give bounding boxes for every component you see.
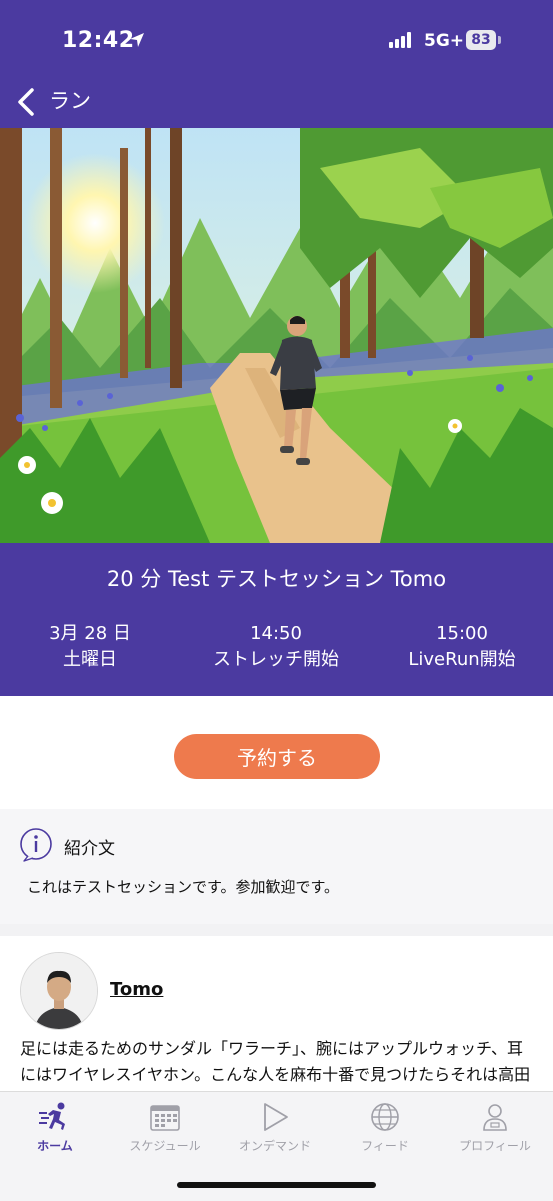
home-runner-icon [39,1102,71,1136]
status-bar: 12:42 5G+ 83 [0,0,553,78]
battery-tip [498,36,501,44]
hero-image [0,128,553,543]
tab-schedule-label: スケジュール [129,1139,201,1153]
navigation-bar: ラン [0,78,553,128]
info-icon [18,827,54,867]
intro-text: これはテストセッションです。参加歓迎です。 [27,878,340,896]
back-button[interactable]: ラン [49,85,91,115]
tab-ondemand-label: オンデマンド [238,1139,311,1153]
globe-icon [369,1102,401,1136]
tab-feed[interactable]: フィード [330,1092,440,1162]
runner-name-link[interactable]: Tomo [110,979,163,1000]
intro-heading: 紹介文 [64,839,115,859]
tab-profile-label: プロフィール [459,1139,531,1153]
tab-schedule[interactable]: スケジュール [110,1092,220,1162]
avatar[interactable] [20,952,98,1030]
network-type: 5G+ [424,31,465,51]
play-icon [259,1102,291,1136]
liverun-start: 15:00 LiveRun開始 [392,621,532,673]
cellular-signal-icon [389,32,417,52]
tab-home[interactable]: ホーム [0,1092,110,1162]
calendar-icon [149,1102,181,1136]
liverun-start-label: LiveRun開始 [408,649,516,670]
home-indicator [177,1182,376,1188]
tab-feed-label: フィード [361,1139,409,1153]
tab-profile[interactable]: プロフィール [440,1092,550,1162]
stretch-start: 14:50 ストレッチ開始 [196,621,356,673]
tab-ondemand[interactable]: オンデマンド [220,1092,330,1162]
intro-section: 紹介文 これはテストセッションです。参加歓迎です。 [0,809,553,924]
booking-section: 予約する [0,696,553,809]
liverun-start-time: 15:00 [436,623,488,644]
location-arrow-icon [128,31,146,53]
stretch-start-time: 14:50 [250,623,302,644]
chevron-left-icon[interactable] [14,86,38,122]
reserve-button[interactable]: 予約する [174,734,380,779]
person-icon [479,1102,511,1136]
stretch-start-label: ストレッチ開始 [213,649,339,670]
status-time: 12:42 [62,28,135,53]
session-date-day: 3月 28 日 [49,623,131,644]
tab-home-label: ホーム [37,1139,73,1153]
session-info: 20 分 Test テストセッション Tomo 3月 28 日 土曜日 14:5… [0,543,553,696]
session-date: 3月 28 日 土曜日 [20,621,160,673]
battery-icon: 83 [466,30,496,50]
session-title: 20 分 Test テストセッション Tomo [106,567,447,591]
session-date-weekday: 土曜日 [63,649,117,670]
